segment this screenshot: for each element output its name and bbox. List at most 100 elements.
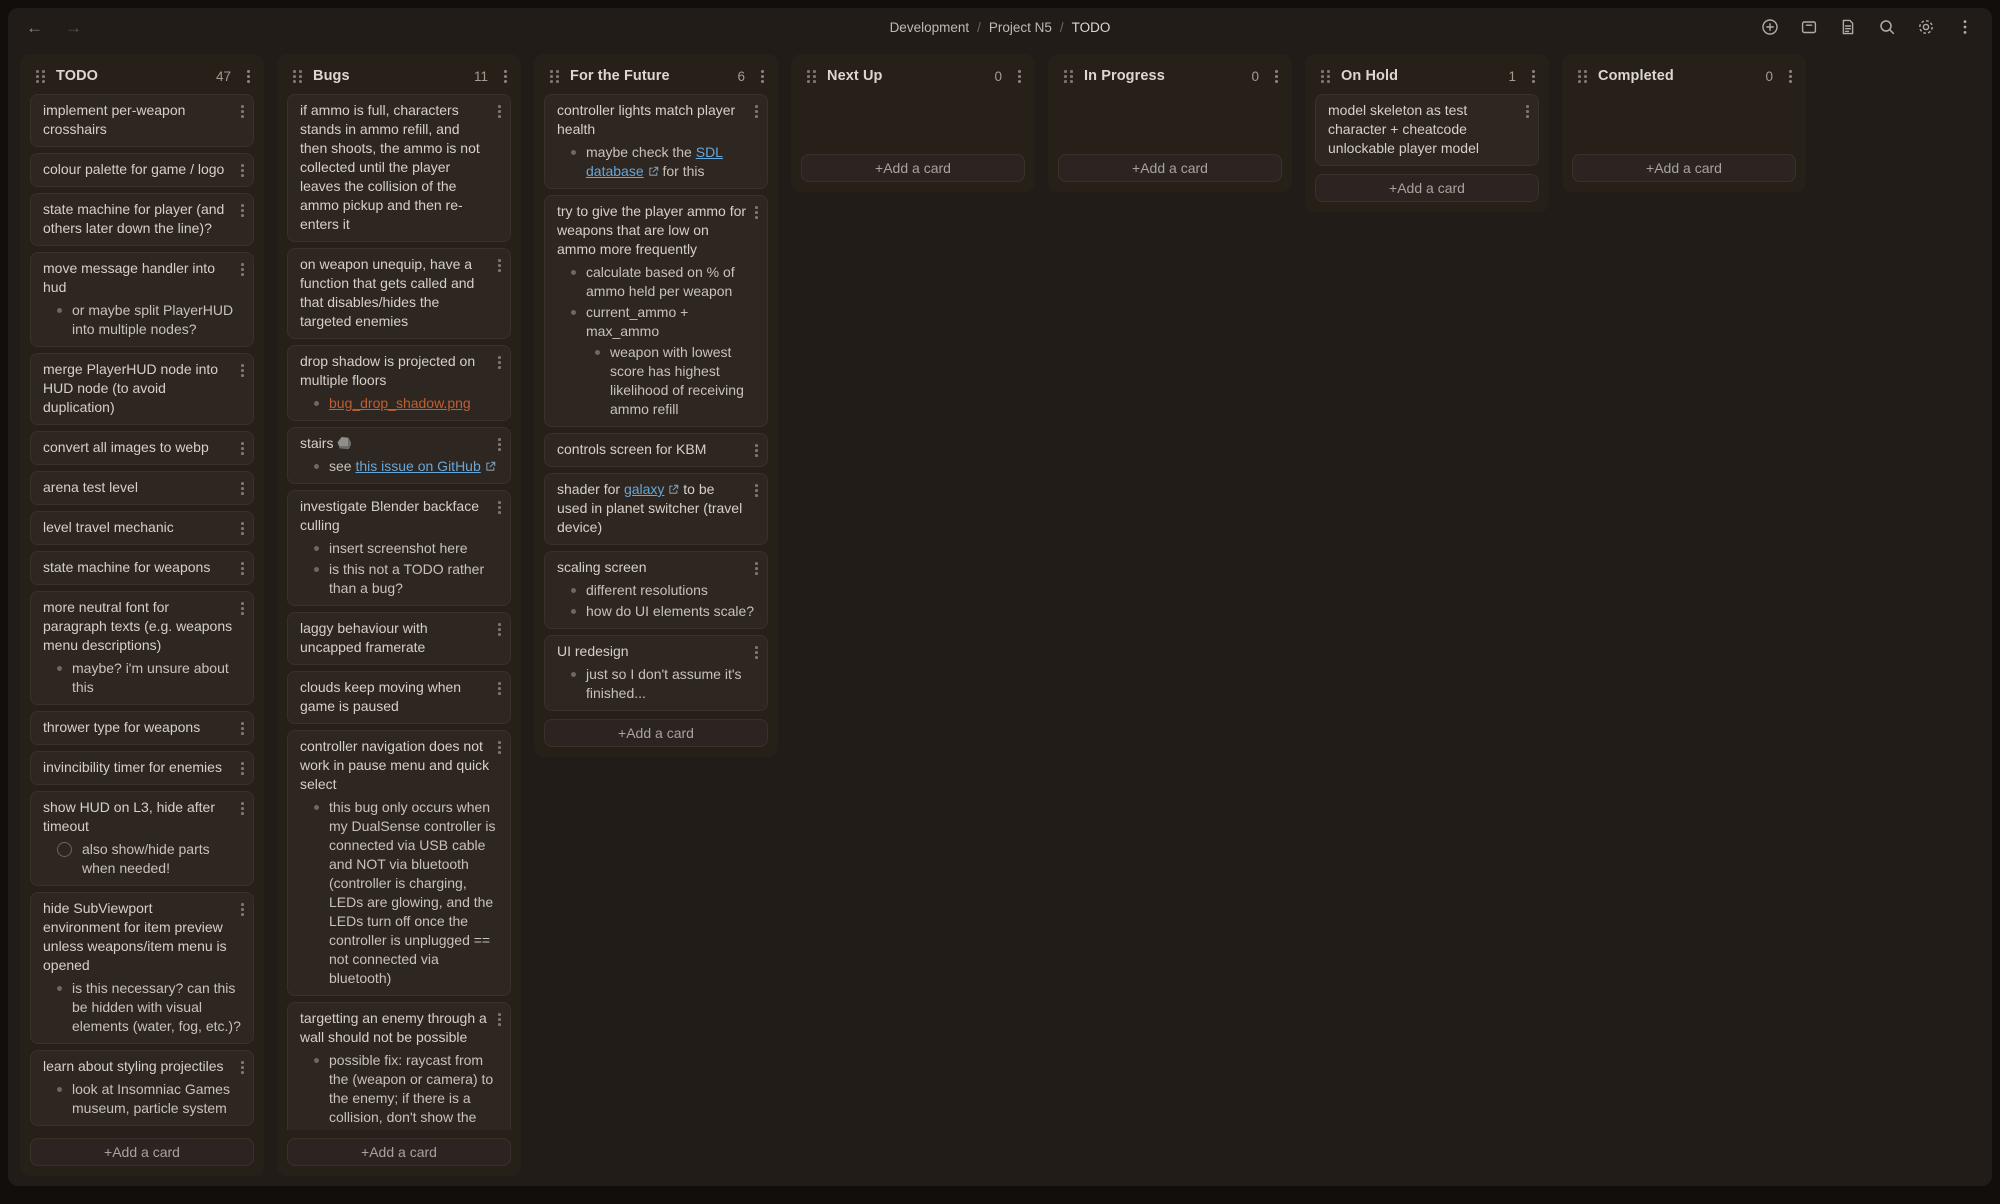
card-menu-icon[interactable] (241, 481, 244, 495)
card[interactable]: invincibility timer for enemies (30, 751, 254, 785)
more-icon[interactable] (1956, 18, 1974, 36)
add-card-button[interactable]: +Add a card (30, 1138, 254, 1166)
column-menu-icon[interactable] (1275, 69, 1278, 83)
card-menu-icon[interactable] (241, 761, 244, 775)
card[interactable]: controls screen for KBM (544, 433, 768, 467)
card-menu-icon[interactable] (241, 601, 244, 615)
card-menu-icon[interactable] (498, 500, 501, 514)
card[interactable]: try to give the player ammo for weapons … (544, 195, 768, 427)
card[interactable]: clouds keep moving when game is paused (287, 671, 511, 724)
card-menu-icon[interactable] (241, 441, 244, 455)
card-link[interactable]: this issue on GitHub (355, 458, 480, 474)
card-menu-icon[interactable] (498, 104, 501, 118)
column-menu-icon[interactable] (1789, 69, 1792, 83)
drag-handle-icon[interactable] (1064, 69, 1074, 83)
card-menu-icon[interactable] (755, 443, 758, 457)
drag-handle-icon[interactable] (36, 69, 46, 83)
card[interactable]: state machine for weapons (30, 551, 254, 585)
card[interactable]: investigate Blender backface cullinginse… (287, 490, 511, 606)
archive-icon[interactable] (1800, 18, 1818, 36)
column-menu-icon[interactable] (1532, 69, 1535, 83)
drag-handle-icon[interactable] (1321, 69, 1331, 83)
card-menu-icon[interactable] (755, 561, 758, 575)
add-icon[interactable] (1761, 18, 1779, 36)
card-menu-icon[interactable] (755, 645, 758, 659)
card[interactable]: shader for galaxy to be used in planet s… (544, 473, 768, 545)
card-menu-icon[interactable] (241, 521, 244, 535)
card[interactable]: learn about styling projectileslook at I… (30, 1050, 254, 1126)
breadcrumb-item-development[interactable]: Development (890, 20, 970, 35)
add-card-button[interactable]: +Add a card (1572, 154, 1796, 182)
card[interactable]: controller lights match player healthmay… (544, 94, 768, 189)
card[interactable]: more neutral font for paragraph texts (e… (30, 591, 254, 705)
card[interactable]: level travel mechanic (30, 511, 254, 545)
card[interactable]: drop shadow is projected on multiple flo… (287, 345, 511, 421)
card-menu-icon[interactable] (241, 1060, 244, 1074)
card[interactable]: UI redesignjust so I don't assume it's f… (544, 635, 768, 711)
card[interactable]: show HUD on L3, hide after timeoutalso s… (30, 791, 254, 886)
card-menu-icon[interactable] (241, 262, 244, 276)
external-link-icon[interactable] (648, 166, 659, 177)
card-menu-icon[interactable] (498, 681, 501, 695)
external-link-icon[interactable] (668, 484, 679, 495)
drag-handle-icon[interactable] (807, 69, 817, 83)
card-menu-icon[interactable] (755, 483, 758, 497)
card-menu-icon[interactable] (498, 437, 501, 451)
card-menu-icon[interactable] (498, 740, 501, 754)
card[interactable]: colour palette for game / logo (30, 153, 254, 187)
add-card-button[interactable]: +Add a card (1315, 174, 1539, 202)
add-card-button[interactable]: +Add a card (287, 1138, 511, 1166)
card[interactable]: stairssee this issue on GitHub (287, 427, 511, 484)
card[interactable]: implement per-weapon crosshairs (30, 94, 254, 147)
card[interactable]: merge PlayerHUD node into HUD node (to a… (30, 353, 254, 425)
card-menu-icon[interactable] (241, 104, 244, 118)
card-menu-icon[interactable] (498, 258, 501, 272)
column-menu-icon[interactable] (504, 69, 507, 83)
checkbox-circle[interactable] (57, 842, 72, 857)
card[interactable]: hide SubViewport environment for item pr… (30, 892, 254, 1044)
card-link[interactable]: galaxy (624, 481, 664, 497)
card-menu-icon[interactable] (241, 363, 244, 377)
column-menu-icon[interactable] (1018, 69, 1021, 83)
card[interactable]: if ammo is full, characters stands in am… (287, 94, 511, 242)
card[interactable]: arena test level (30, 471, 254, 505)
card[interactable]: scaling screendifferent resolutionshow d… (544, 551, 768, 629)
card-menu-icon[interactable] (241, 721, 244, 735)
column-menu-icon[interactable] (247, 69, 250, 83)
card-link[interactable]: bug_drop_shadow.png (329, 395, 471, 411)
card[interactable]: convert all images to webp (30, 431, 254, 465)
card[interactable]: laggy behaviour with uncapped framerate (287, 612, 511, 665)
drag-handle-icon[interactable] (1578, 69, 1588, 83)
drag-handle-icon[interactable] (550, 69, 560, 83)
drag-handle-icon[interactable] (293, 69, 303, 83)
add-card-button[interactable]: +Add a card (1058, 154, 1282, 182)
card[interactable]: targetting an enemy through a wall shoul… (287, 1002, 511, 1130)
breadcrumb-item-project[interactable]: Project N5 (989, 20, 1052, 35)
card[interactable]: model skeleton as test character + cheat… (1315, 94, 1539, 166)
column-menu-icon[interactable] (761, 69, 764, 83)
card-menu-icon[interactable] (241, 561, 244, 575)
card-menu-icon[interactable] (498, 355, 501, 369)
card-menu-icon[interactable] (755, 205, 758, 219)
external-link-icon[interactable] (485, 461, 496, 472)
search-icon[interactable] (1878, 18, 1896, 36)
back-arrow-icon[interactable]: ← (26, 19, 43, 36)
settings-icon[interactable] (1917, 18, 1935, 36)
card-menu-icon[interactable] (241, 801, 244, 815)
add-card-button[interactable]: +Add a card (544, 719, 768, 747)
card-menu-icon[interactable] (241, 203, 244, 217)
card-menu-icon[interactable] (241, 902, 244, 916)
card-menu-icon[interactable] (498, 1012, 501, 1026)
card-menu-icon[interactable] (1526, 104, 1529, 118)
card[interactable]: on weapon unequip, have a function that … (287, 248, 511, 339)
card[interactable]: thrower type for weapons (30, 711, 254, 745)
card-menu-icon[interactable] (241, 163, 244, 177)
card[interactable]: state machine for player (and others lat… (30, 193, 254, 246)
card-menu-icon[interactable] (498, 622, 501, 636)
notes-icon[interactable] (1839, 18, 1857, 36)
add-card-button[interactable]: +Add a card (801, 154, 1025, 182)
card[interactable]: move message handler into hudor maybe sp… (30, 252, 254, 347)
card[interactable]: controller navigation does not work in p… (287, 730, 511, 996)
forward-arrow-icon[interactable]: → (65, 19, 82, 36)
card-menu-icon[interactable] (755, 104, 758, 118)
